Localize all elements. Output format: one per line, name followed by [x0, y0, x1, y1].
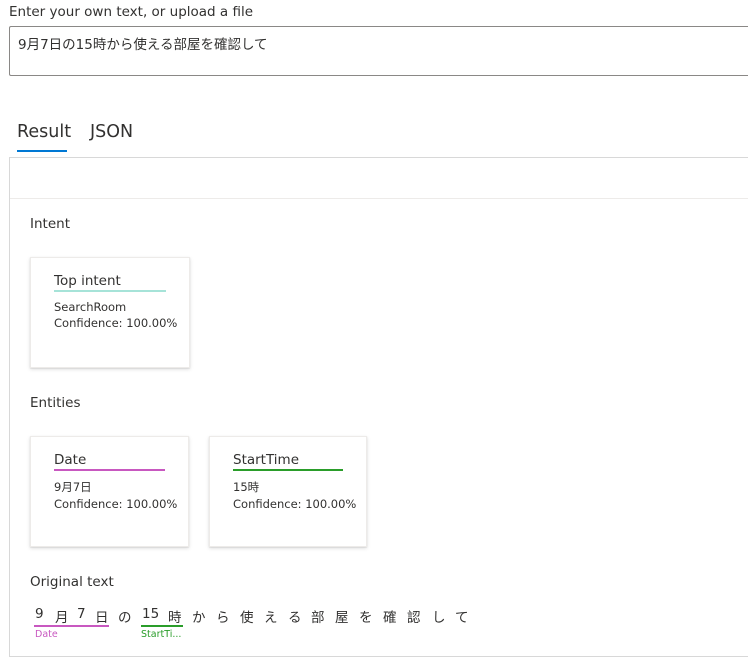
- original-char: 15: [142, 606, 160, 622]
- entity-card-confidence: Confidence: 100.00%: [233, 497, 357, 511]
- original-char: 9: [35, 606, 44, 622]
- utterance-input[interactable]: 9月7日の15時から使える部屋を確認して: [9, 26, 748, 76]
- entities-section-title: Entities: [30, 395, 81, 411]
- input-label: Enter your own text, or upload a file: [9, 4, 254, 20]
- original-char: 月: [55, 610, 69, 626]
- original-char: 7: [77, 606, 86, 622]
- tab-result[interactable]: Result: [17, 122, 71, 142]
- entity-card-underline: [54, 469, 165, 471]
- original-char: の: [118, 610, 132, 626]
- original-char: 使: [240, 610, 254, 626]
- original-char: を: [359, 610, 373, 626]
- top-intent-card: Top intent SearchRoom Confidence: 100.00…: [30, 257, 190, 368]
- entity-card-title: StartTime: [233, 452, 300, 468]
- original-char: え: [264, 610, 278, 626]
- entity-label-date: Date: [35, 629, 58, 640]
- original-char: る: [288, 610, 302, 626]
- original-char: 時: [168, 610, 182, 626]
- entity-underline-starttime: [141, 625, 183, 627]
- original-char: 部: [311, 610, 325, 626]
- entity-card-date: Date 9月7日 Confidence: 100.00%: [30, 436, 189, 547]
- original-char: し: [432, 610, 446, 626]
- entity-label-starttime: StartTi...: [141, 629, 182, 640]
- entity-card-confidence: Confidence: 100.00%: [54, 497, 178, 511]
- original-char: 日: [95, 610, 109, 626]
- original-char: 確: [383, 610, 397, 626]
- entity-card-underline: [233, 469, 343, 471]
- original-char: て: [455, 610, 469, 626]
- entity-card-starttime: StartTime 15時 Confidence: 100.00%: [209, 436, 367, 547]
- result-panel: [9, 157, 748, 657]
- top-intent-title: Top intent: [54, 273, 121, 289]
- active-tab-indicator: [17, 150, 67, 152]
- entity-card-title: Date: [54, 452, 87, 468]
- panel-divider: [10, 198, 748, 199]
- intent-section-title: Intent: [30, 216, 70, 232]
- original-char: か: [192, 610, 206, 626]
- top-intent-underline: [54, 290, 166, 292]
- entity-underline-date: [34, 625, 109, 627]
- original-char: 屋: [335, 610, 349, 626]
- entity-card-value: 15時: [233, 480, 260, 494]
- original-text-section-title: Original text: [30, 574, 114, 590]
- tab-json[interactable]: JSON: [90, 122, 133, 142]
- original-char: ら: [216, 610, 230, 626]
- top-intent-value: SearchRoom: [54, 300, 127, 314]
- entity-card-value: 9月7日: [54, 480, 92, 494]
- original-char: 認: [407, 610, 421, 626]
- top-intent-confidence: Confidence: 100.00%: [54, 316, 178, 330]
